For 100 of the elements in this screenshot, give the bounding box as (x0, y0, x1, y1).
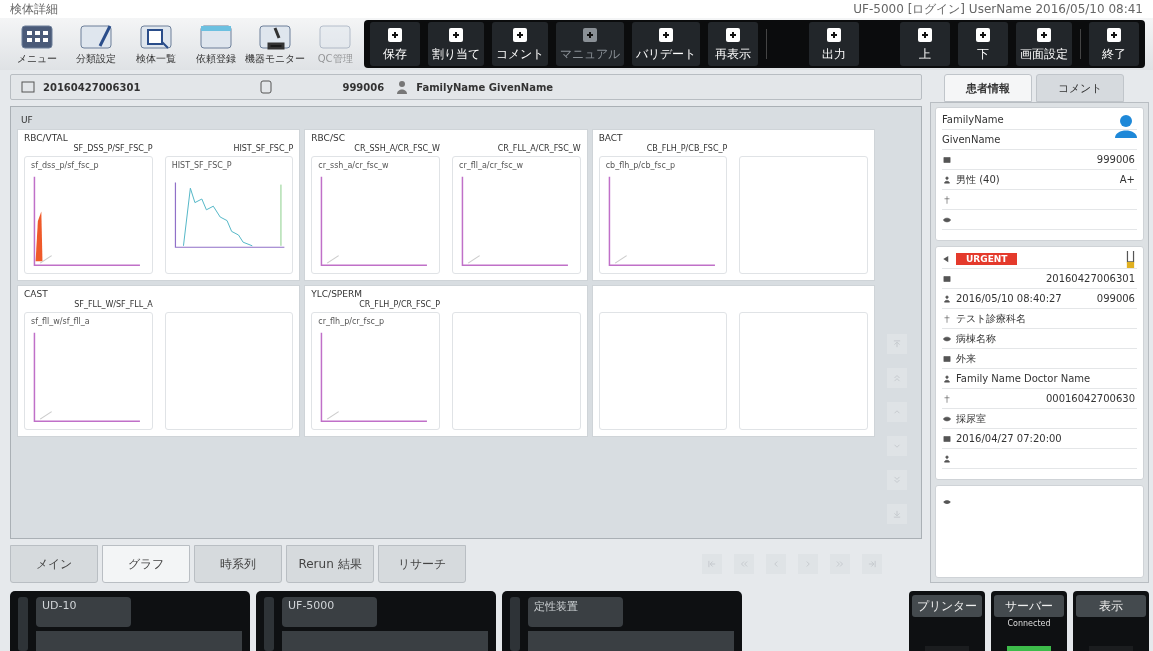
field-value: テスト診療科名 (956, 311, 1026, 326)
plot-caption: CR_FLL_A/CR_FSC_W (496, 144, 581, 155)
toolbar-icon (580, 25, 600, 44)
field-value: 採尿室 (956, 411, 986, 426)
field-value: 病棟名称 (956, 331, 996, 346)
toolbar-button[interactable]: 画面設定 (1016, 22, 1072, 66)
field-icon (942, 433, 952, 444)
field-icon (942, 154, 952, 165)
toolbar-icon (1104, 25, 1124, 44)
plot-label: sf_dss_p/sf_fsc_p (31, 161, 100, 171)
toolbar-button[interactable]: 出力 (808, 22, 859, 66)
view-tab[interactable]: 時系列 (194, 545, 282, 583)
field-icon (942, 453, 952, 464)
urgent-badge: URGENT (956, 252, 1018, 265)
field-icon (942, 174, 952, 185)
field-value: 男性 (40) (956, 172, 1000, 187)
group-title: RBC/VTAL (24, 133, 69, 144)
field-value: 2016/05/10 08:40:27 (956, 293, 1062, 304)
toolbar-icon (723, 25, 743, 44)
toolbar-button[interactable]: 検体一覧 (127, 22, 185, 66)
given-name: GivenName (942, 134, 1001, 145)
field-value: 00016042700630 (1045, 393, 1136, 404)
toolbar-icon (138, 22, 174, 52)
toolbar-icon (973, 25, 993, 44)
toolbar-icon (257, 22, 294, 52)
plot-caption: CB_FLH_P/CB_FSC_P (645, 144, 728, 155)
toolbar-button[interactable]: 分類設定 (67, 22, 126, 66)
status-button[interactable]: サーバー (994, 595, 1064, 617)
toolbar-button[interactable]: メニュー (8, 22, 66, 66)
plot-caption: CR_SSH_A/CR_FSC_W (353, 144, 440, 155)
plot-label: cr_fll_a/cr_fsc_w (459, 161, 525, 171)
toolbar-button[interactable]: 終了 (1089, 22, 1139, 66)
toolbar-icon (1034, 25, 1054, 44)
toolbar-button[interactable]: 依頼登録 (186, 22, 245, 66)
toolbar-icon (656, 25, 676, 44)
plot-label: cr_flh_p/cr_fsc_p (318, 317, 386, 327)
plot-label: sf_fll_w/sf_fll_a (31, 317, 91, 327)
side-tab[interactable]: コメント (1036, 74, 1124, 102)
status-button[interactable]: プリンター (912, 595, 982, 617)
field-value: 外来 (956, 351, 976, 366)
plot-caption: SF_DSS_P/SF_FSC_P (72, 144, 153, 155)
view-tab[interactable]: Rerun 結果 (286, 545, 374, 583)
plot-label: HIST_SF_FSC_P (171, 161, 233, 171)
view-tab[interactable]: メイン (10, 545, 98, 583)
toolbar-icon (18, 22, 55, 52)
slot-handle (18, 597, 28, 651)
window-title: 検体詳細 (10, 0, 58, 18)
view-tab[interactable]: グラフ (102, 545, 190, 583)
toolbar-button[interactable]: 再表示 (708, 22, 758, 66)
toolbar-icon (915, 25, 935, 44)
chevron-icon (867, 559, 877, 569)
toolbar-button[interactable]: 割り当て (428, 22, 484, 66)
instrument-button[interactable]: 定性装置 (528, 597, 623, 627)
toolbar-button[interactable]: バリデート (632, 22, 700, 66)
toolbar-icon (317, 22, 354, 52)
plot-caption: CR_FLH_P/CR_FSC_P (358, 300, 440, 311)
person-icon (396, 80, 409, 94)
toolbar-button[interactable]: 保存 (370, 22, 420, 66)
plot-caption: SF_FLL_W/SF_FLL_A (73, 300, 153, 311)
instrument-button[interactable]: UD-10 (36, 597, 131, 627)
side-tab[interactable]: 患者情報 (944, 74, 1032, 102)
group-title: YLC/SPERM (311, 289, 363, 300)
slot-handle (510, 597, 520, 651)
toolbar-icon (197, 22, 234, 52)
patient-id: 999006 (342, 81, 385, 93)
field-value: 099006 (1096, 293, 1136, 304)
status-text: UF-5000 [ログイン] UserName 2016/05/10 08:41 (853, 0, 1143, 18)
field-icon (942, 353, 952, 364)
toolbar-button[interactable]: 下 (958, 22, 1008, 66)
field-value: Family Name Doctor Name (956, 373, 1091, 384)
toolbar-button[interactable]: コメント (492, 22, 548, 66)
plot-caption: HIST_SF_FSC_P (232, 144, 294, 155)
toolbar-icon (78, 22, 115, 52)
field-icon (942, 393, 952, 404)
instrument-button[interactable]: UF-5000 (282, 597, 377, 627)
connection-status: Connected (1007, 619, 1051, 628)
field-icon (942, 373, 952, 384)
plot-label: cr_ssh_a/cr_fsc_w (318, 161, 390, 171)
plot-label: cb_flh_p/cb_fsc_p (605, 161, 676, 171)
family-name: FamilyName (942, 114, 1004, 125)
field-icon (942, 293, 952, 304)
field-icon (942, 313, 952, 324)
field-value: 2016/04/27 07:20:00 (956, 433, 1062, 444)
status-button[interactable]: 表示 (1076, 595, 1146, 617)
patient-name: FamilyName GivenName (416, 81, 554, 93)
group-title: RBC/SC (311, 133, 346, 144)
tube-icon (1126, 251, 1135, 268)
eye-icon (942, 497, 952, 507)
group-title: BACT (598, 133, 624, 144)
person-icon (1115, 114, 1137, 138)
field-icon (942, 273, 952, 284)
sample-number: 20160427006301 (43, 81, 141, 93)
view-tab[interactable]: リサーチ (378, 545, 466, 583)
toolbar-button[interactable]: 上 (900, 22, 950, 66)
slot-handle (264, 597, 274, 651)
group-title: CAST (24, 289, 49, 300)
panel-title: UF (21, 115, 34, 125)
field-icon (942, 194, 952, 205)
toolbar-icon (446, 25, 466, 44)
toolbar-button[interactable]: 機器モニター (246, 22, 305, 66)
